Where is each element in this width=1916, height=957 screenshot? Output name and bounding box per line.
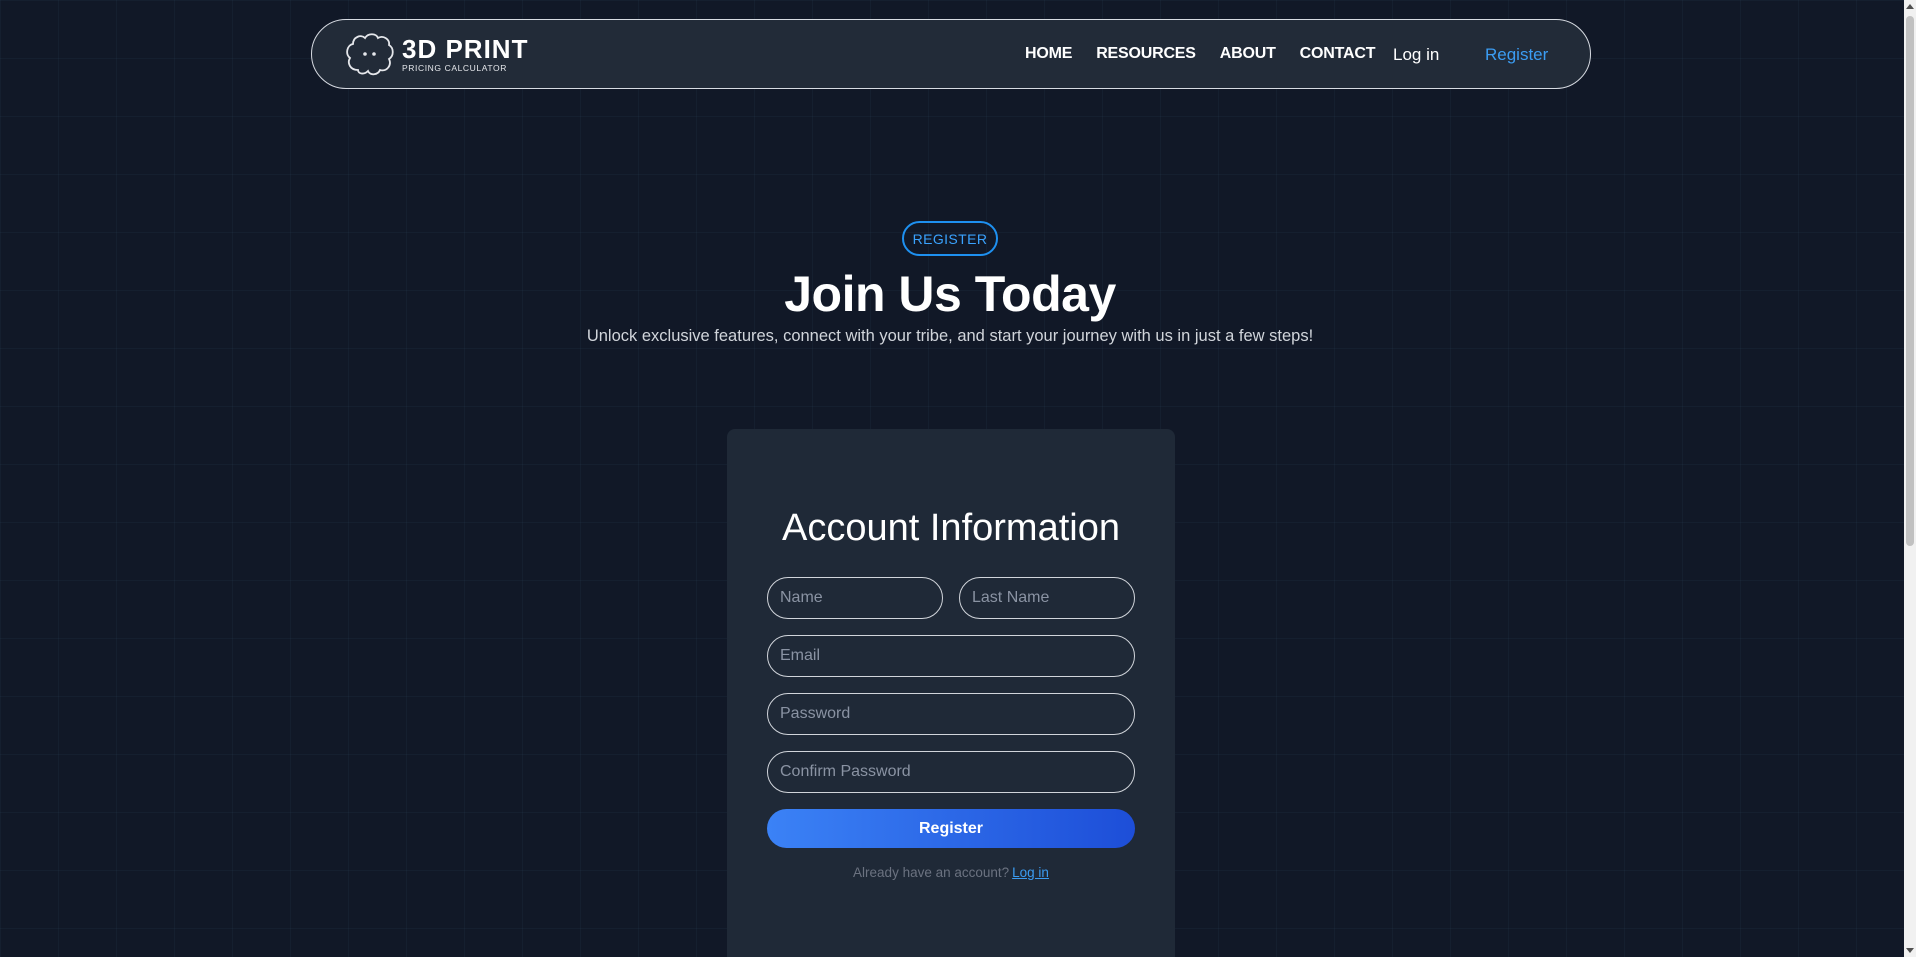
already-text: Already have an account? (853, 865, 1010, 880)
nav-home[interactable]: HOME (1025, 45, 1072, 63)
register-badge: REGISTER (902, 221, 998, 256)
nav-register-link[interactable]: Register (1485, 45, 1548, 65)
password-input[interactable] (767, 693, 1135, 735)
logo-subtitle: PRICING CALCULATOR (402, 62, 507, 73)
login-prompt: Already have an account? Log in (727, 865, 1175, 880)
scroll-thumb[interactable] (1906, 16, 1914, 546)
name-input[interactable] (767, 577, 943, 619)
scroll-down-arrow-icon[interactable] (1906, 948, 1914, 953)
scroll-up-arrow-icon[interactable] (1906, 4, 1914, 9)
last-name-input[interactable] (959, 577, 1135, 619)
nav-links: HOME RESOURCES ABOUT CONTACT (1025, 20, 1399, 88)
registration-card: Account Information Register Already hav… (727, 429, 1175, 957)
logo-text: 3D PRINT PRICING CALCULATOR (402, 36, 528, 73)
nav-login-link[interactable]: Log in (1393, 45, 1439, 65)
logo[interactable]: 3D PRINT PRICING CALCULATOR (344, 30, 528, 78)
nav-about[interactable]: ABOUT (1220, 45, 1276, 63)
scrollbar[interactable] (1904, 0, 1916, 957)
logo-title: 3D PRINT (402, 33, 529, 64)
brain-icon (346, 33, 394, 76)
login-link[interactable]: Log in (1012, 865, 1049, 880)
register-button[interactable]: Register (767, 809, 1135, 848)
confirm-password-input[interactable] (767, 751, 1135, 793)
email-input[interactable] (767, 635, 1135, 677)
navbar: 3D PRINT PRICING CALCULATOR HOME RESOURC… (311, 19, 1591, 89)
page-title: Join Us Today (784, 266, 1116, 322)
nav-resources[interactable]: RESOURCES (1096, 45, 1196, 63)
page-subtitle: Unlock exclusive features, connect with … (586, 327, 1314, 345)
form-title: Account Information (782, 507, 1120, 549)
nav-contact[interactable]: CONTACT (1300, 45, 1376, 63)
